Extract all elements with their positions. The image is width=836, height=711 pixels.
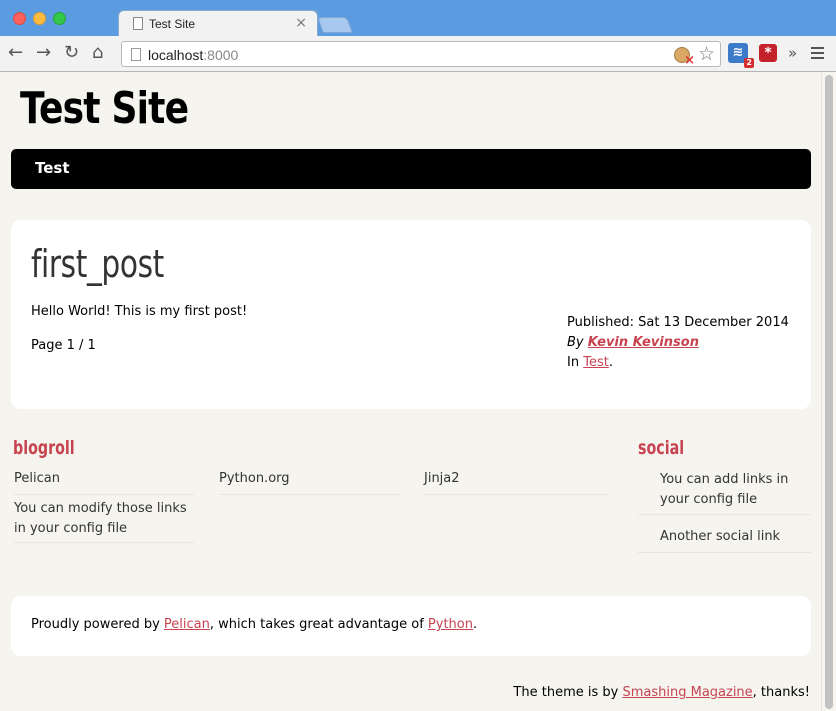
powered-suffix: . xyxy=(472,617,478,632)
rss-badge: 2 xyxy=(744,58,754,68)
published-line: Published: Sat 13 December 2014 xyxy=(567,313,789,333)
url-port: :8000 xyxy=(203,47,239,63)
category-suffix: . xyxy=(608,355,613,370)
social-item-another[interactable]: Another social link xyxy=(638,527,811,553)
published-label: Published: xyxy=(567,315,634,330)
post-meta: Published: Sat 13 December 2014 By Kevin… xyxy=(567,313,789,373)
lastpass-icon[interactable]: * xyxy=(759,44,777,62)
window-maximize-button[interactable] xyxy=(53,12,66,25)
back-icon[interactable]: ← xyxy=(8,42,23,64)
smashing-magazine-link[interactable]: Smashing Magazine xyxy=(622,685,752,700)
post-body: Hello World! This is my first post! Page… xyxy=(31,303,247,371)
post-title[interactable]: first_post xyxy=(31,242,164,286)
page-icon xyxy=(133,17,143,30)
star-icon[interactable]: ☆ xyxy=(698,43,715,65)
article: first_post Hello World! This is my first… xyxy=(11,220,811,409)
vertical-scrollbar[interactable] xyxy=(821,73,836,711)
category-line: In Test. xyxy=(567,353,789,373)
author-link[interactable]: Kevin Kevinson xyxy=(588,335,699,350)
python-link[interactable]: Python xyxy=(428,617,473,632)
powered-middle: , which takes great advantage of xyxy=(209,617,424,632)
forward-icon[interactable]: → xyxy=(36,42,51,64)
blogroll-item-jinja2[interactable]: Jinja2 xyxy=(424,469,608,495)
page-content: Test Site Test first_post Hello World! T… xyxy=(0,73,821,711)
nav-item-test[interactable]: Test xyxy=(35,159,70,177)
url-host: localhost xyxy=(148,47,204,63)
reload-icon[interactable]: ↻ xyxy=(64,42,79,64)
extensions-overflow-icon[interactable]: » xyxy=(788,44,797,62)
window-minimize-button[interactable] xyxy=(33,12,46,25)
social-item-config-note[interactable]: You can add links in your config file xyxy=(638,470,811,515)
in-label: In xyxy=(567,355,580,370)
published-date: Sat 13 December 2014 xyxy=(638,315,789,330)
main-navbar: Test xyxy=(11,149,811,189)
browser-toolbar: ← → ↻ ⌂ localhost:8000 ☆ ≋2 * » xyxy=(0,36,836,72)
tab-title: Test Site xyxy=(149,17,196,31)
by-label: By xyxy=(567,335,584,350)
home-icon[interactable]: ⌂ xyxy=(92,42,103,64)
blogroll-item-python[interactable]: Python.org xyxy=(219,469,401,495)
address-bar[interactable]: localhost:8000 ☆ xyxy=(121,41,721,68)
cookie-blocked-icon[interactable] xyxy=(674,47,695,68)
tab-close-icon[interactable]: × xyxy=(295,15,307,31)
blogroll-heading: blogroll xyxy=(13,437,75,459)
powered-by-text: Proudly powered by Pelican, which takes … xyxy=(31,617,477,632)
page-icon xyxy=(131,48,141,61)
theme-prefix: The theme is by xyxy=(513,685,619,700)
pagination: Page 1 / 1 xyxy=(31,338,96,353)
pelican-link[interactable]: Pelican xyxy=(164,617,210,632)
theme-suffix: , thanks! xyxy=(752,685,810,700)
new-tab-button[interactable] xyxy=(317,17,353,33)
powered-prefix: Proudly powered by xyxy=(31,617,160,632)
blogroll-item-config-note[interactable]: You can modify those links in your confi… xyxy=(14,499,194,543)
menu-icon[interactable] xyxy=(811,47,824,59)
category-link[interactable]: Test xyxy=(583,355,609,370)
theme-credit: The theme is by Smashing Magazine, thank… xyxy=(513,685,810,700)
blogroll-item-pelican[interactable]: Pelican xyxy=(14,469,194,495)
author-line: By Kevin Kevinson xyxy=(567,333,789,353)
url-text: localhost:8000 xyxy=(148,47,238,63)
rss-extension-icon[interactable]: ≋ 2 xyxy=(728,43,754,68)
browser-tab-strip: Test Site × xyxy=(0,0,836,37)
window-close-button[interactable] xyxy=(13,12,26,25)
scrollbar-thumb[interactable] xyxy=(825,75,833,709)
site-title[interactable]: Test Site xyxy=(20,83,189,134)
browser-tab[interactable]: Test Site × xyxy=(118,10,318,37)
social-heading: social xyxy=(638,437,685,459)
post-content: Hello World! This is my first post! xyxy=(31,304,248,319)
footer: Proudly powered by Pelican, which takes … xyxy=(11,596,811,656)
